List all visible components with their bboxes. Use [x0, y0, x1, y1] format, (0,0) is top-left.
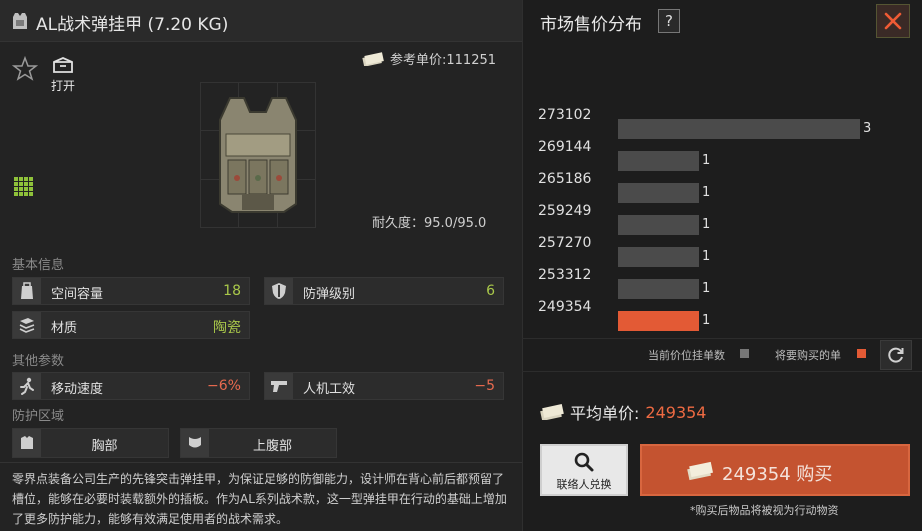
plates-icon	[13, 312, 41, 338]
cash-icon	[362, 51, 384, 66]
reference-price-label: 参考单价:111251	[390, 53, 497, 68]
buy-button[interactable]: 249354 购买	[640, 444, 910, 496]
description-box[interactable]: 零界点装备公司生产的先锋突击弹挂甲，为保证足够的防御能力，设计师在背心前后都预留…	[0, 462, 522, 531]
stat-capacity-value: 18	[223, 283, 241, 299]
pistol-icon	[265, 373, 293, 399]
favorite-star-icon[interactable]	[12, 56, 38, 82]
search-icon	[574, 452, 594, 472]
stat-armor-class-label: 防弹级别	[303, 287, 356, 302]
market-title: 市场售价分布	[540, 15, 642, 35]
help-button[interactable]: ?	[658, 9, 680, 33]
abdomen-armor-icon	[181, 429, 209, 457]
item-title: AL战术弹挂甲 (7.20 KG)	[36, 15, 229, 35]
stat-material-label: 材质	[51, 321, 78, 336]
cash-icon	[540, 404, 564, 420]
grid-size-icon	[14, 177, 33, 196]
zone-chest: 胸部	[12, 428, 169, 458]
legend-buy-label: 将要购买的单	[775, 349, 841, 362]
average-price-label: 平均单价:	[570, 404, 640, 423]
reference-price: 参考单价:111251	[362, 49, 496, 68]
shield-icon	[265, 278, 293, 304]
backpack-icon	[13, 278, 41, 304]
legend-current-swatch	[740, 349, 749, 358]
contact-exchange-button[interactable]: 联络人兑换	[540, 444, 628, 496]
chest-armor-icon	[13, 429, 41, 457]
close-button[interactable]	[876, 4, 910, 38]
buy-button-label: 249354 购买	[722, 464, 833, 485]
stat-ergonomics-value: −5	[474, 378, 495, 394]
contact-exchange-label: 联络人兑换	[556, 478, 612, 491]
close-icon	[884, 12, 902, 30]
item-description: 零界点装备公司生产的先锋突击弹挂甲，为保证足够的防御能力，设计师在背心前后都预留…	[12, 472, 507, 526]
running-icon	[13, 373, 41, 399]
average-price-value: 249354	[645, 402, 707, 422]
section-basic-info: 基本信息	[12, 258, 65, 273]
stat-material-value: 陶瓷	[213, 320, 241, 336]
section-protection-zones: 防护区域	[12, 409, 65, 424]
stat-armor-class-value: 6	[486, 283, 495, 299]
stat-ergonomics-label: 人机工效	[303, 382, 356, 397]
refresh-button[interactable]	[880, 340, 912, 370]
legend-current-label: 当前价位挂单数	[648, 349, 725, 362]
tactical-vest-image	[219, 97, 297, 213]
stat-armor-class: 防弹级别 6	[264, 277, 504, 305]
durability-text: 耐久度：95.0/95.0	[372, 216, 487, 231]
purchase-note: *购买后物品将被视为行动物资	[690, 504, 839, 517]
vest-icon	[13, 13, 27, 29]
zone-upper-abdomen: 上腹部	[180, 428, 337, 458]
stat-move-speed-value: −6%	[207, 378, 241, 394]
stat-move-speed-label: 移动速度	[51, 382, 104, 397]
zone-chest-label: 胸部	[91, 439, 118, 454]
stat-capacity-label: 空间容量	[51, 287, 104, 302]
legend-buy-swatch	[857, 349, 866, 358]
zone-upper-abdomen-label: 上腹部	[252, 439, 292, 454]
stat-capacity: 空间容量 18	[12, 277, 250, 305]
stat-material: 材质 陶瓷	[12, 311, 250, 339]
stat-ergonomics: 人机工效 −5	[264, 372, 504, 400]
section-other-params: 其他参数	[12, 354, 65, 369]
open-label: 打开	[50, 79, 75, 93]
refresh-icon	[888, 347, 904, 363]
stat-move-speed: 移动速度 −6%	[12, 372, 250, 400]
cash-icon	[687, 461, 714, 481]
average-price-row: 平均单价: 249354	[540, 400, 706, 424]
open-button[interactable]: 打开	[48, 55, 78, 93]
box-icon	[53, 57, 73, 73]
